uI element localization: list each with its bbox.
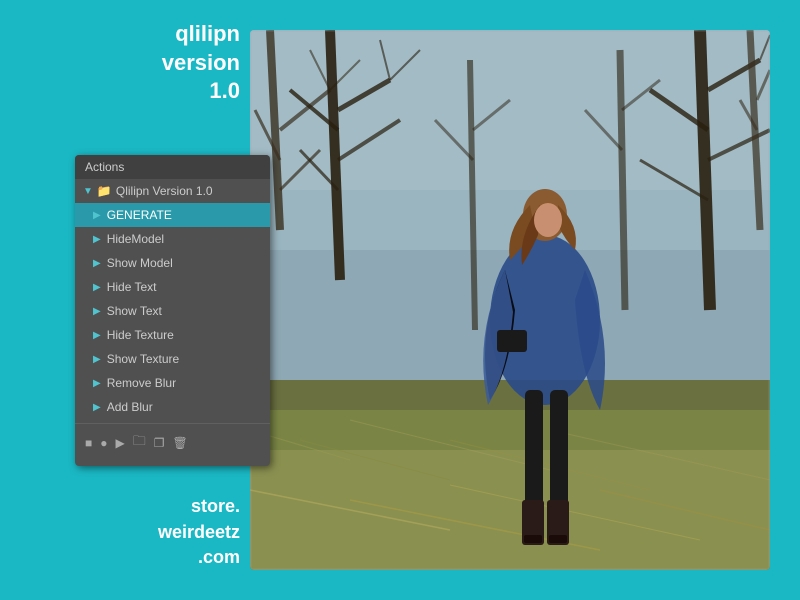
chevron-right-icon: ▶ xyxy=(93,234,101,245)
panel-header: Actions xyxy=(75,155,270,179)
folder-row[interactable]: ▼ 📁 Qlilipn Version 1.0 xyxy=(75,179,270,203)
photo-background xyxy=(250,30,770,570)
action-item-show-texture[interactable]: ▶ Show Texture xyxy=(75,347,270,371)
circle-icon[interactable]: ● xyxy=(100,436,107,450)
action-label: Remove Blur xyxy=(107,376,176,390)
action-item-add-blur[interactable]: ▶ Add Blur xyxy=(75,395,270,419)
title-line2: version xyxy=(30,49,240,78)
title-area: qlilipn version 1.0 xyxy=(30,20,240,106)
stop-icon[interactable]: ■ xyxy=(85,436,92,450)
actions-panel: Actions ▼ 📁 Qlilipn Version 1.0 ▶ GENERAT… xyxy=(75,155,270,466)
folder-tool-icon[interactable]: 🗀 xyxy=(133,432,146,454)
action-item-show-model[interactable]: ▶ Show Model xyxy=(75,251,270,275)
chevron-right-icon: ▶ xyxy=(93,210,101,221)
title-line3: 1.0 xyxy=(30,77,240,106)
chevron-down-icon: ▼ xyxy=(83,186,93,197)
folder-icon: 📁 xyxy=(97,184,112,198)
store-line1: store. xyxy=(30,494,240,519)
photo-container xyxy=(250,30,770,570)
store-area: store. weirdeetz .com xyxy=(30,494,240,570)
chevron-right-icon: ▶ xyxy=(93,258,101,269)
chevron-right-icon: ▶ xyxy=(93,330,101,341)
toolbar: ■ ● ▶ 🗀 ❐ 🗑 xyxy=(75,423,270,458)
chevron-right-icon: ▶ xyxy=(93,354,101,365)
action-item-show-text[interactable]: ▶ Show Text xyxy=(75,299,270,323)
store-line3: .com xyxy=(30,545,240,570)
play-icon[interactable]: ▶ xyxy=(116,436,125,450)
action-items-list: ▶ GENERATE ▶ HideModel ▶ Show Model ▶ Hide Text… xyxy=(75,203,270,419)
action-item-hide-texture[interactable]: ▶ Hide Texture xyxy=(75,323,270,347)
chevron-right-icon: ▶ xyxy=(93,282,101,293)
action-item-remove-blur[interactable]: ▶ Remove Blur xyxy=(75,371,270,395)
action-label: HideModel xyxy=(107,232,164,246)
photo-svg xyxy=(250,30,770,570)
action-label: Show Model xyxy=(107,256,173,270)
action-label: Hide Texture xyxy=(107,328,174,342)
action-label: Hide Text xyxy=(107,280,157,294)
action-label: Show Texture xyxy=(107,352,180,366)
action-label: GENERATE xyxy=(107,208,172,222)
chevron-right-icon: ▶ xyxy=(93,306,101,317)
action-item-generate[interactable]: ▶ GENERATE xyxy=(75,203,270,227)
action-label: Show Text xyxy=(107,304,162,318)
action-item-hidemodel[interactable]: ▶ HideModel xyxy=(75,227,270,251)
title-line1: qlilipn xyxy=(30,20,240,49)
action-label: Add Blur xyxy=(107,400,153,414)
chevron-right-icon: ▶ xyxy=(93,378,101,389)
folder-label: Qlilipn Version 1.0 xyxy=(116,184,213,198)
store-line2: weirdeetz xyxy=(30,520,240,545)
delete-icon[interactable]: 🗑 xyxy=(173,436,188,450)
chevron-right-icon: ▶ xyxy=(93,402,101,413)
copy-icon[interactable]: ❐ xyxy=(154,436,165,450)
action-item-hide-text[interactable]: ▶ Hide Text xyxy=(75,275,270,299)
